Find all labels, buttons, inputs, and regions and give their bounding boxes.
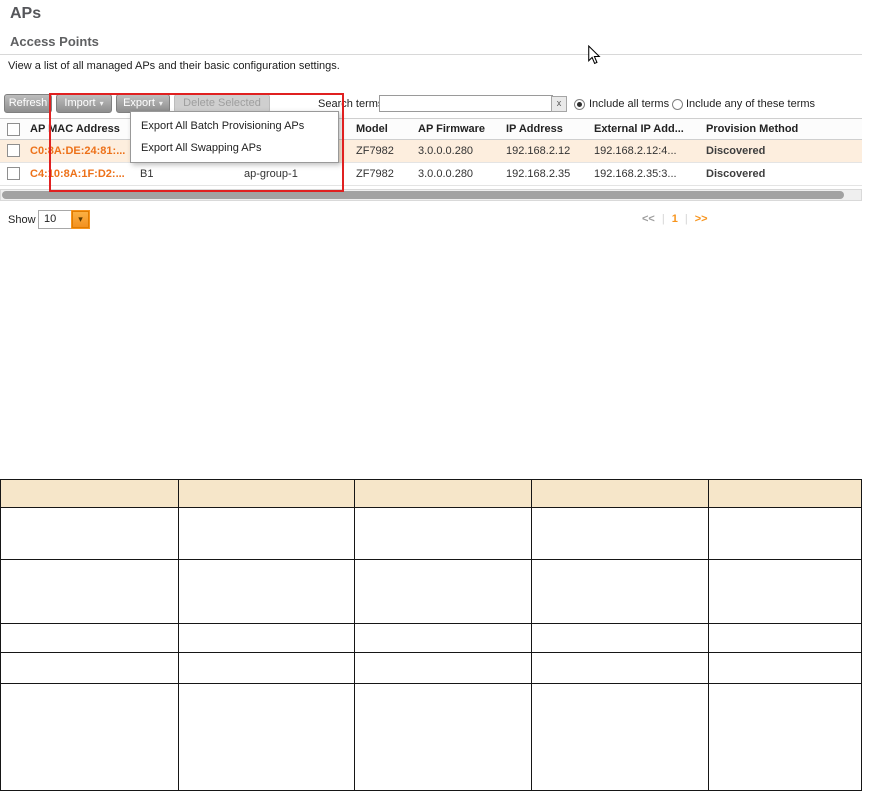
empty-cell [531,559,709,624]
row-checkbox[interactable] [7,167,20,180]
empty-header-cell [354,479,532,508]
export-button-label: Export [123,97,155,109]
section-divider [0,54,862,55]
empty-cell [531,623,709,653]
empty-cell [354,623,532,653]
cell-model: ZF7982 [356,145,394,157]
empty-cell [531,652,709,684]
empty-cell [354,559,532,624]
cell-external-ip: 192.168.2.35:3... [594,168,677,180]
empty-cell [708,507,862,560]
search-input[interactable] [379,95,553,112]
chevron-down-icon: ▾ [99,99,104,108]
empty-cell [0,683,179,791]
empty-table-row [0,623,862,653]
horizontal-scrollbar-thumb[interactable] [2,191,844,199]
col-ip-address[interactable]: IP Address [506,123,563,135]
empty-cell [178,652,355,684]
empty-table-row [0,507,862,560]
empty-cell [178,683,355,791]
export-dropdown-menu: Export All Batch Provisioning APs Export… [130,111,339,163]
table-row[interactable]: C4:10:8A:1F:D2:... B1 ap-group-1 ZF7982 … [0,163,862,186]
include-all-terms-radio[interactable] [574,99,585,110]
menu-item-export-swapping[interactable]: Export All Swapping APs [131,137,338,159]
empty-cell [178,559,355,624]
include-all-terms-label: Include all terms [589,98,670,110]
search-terms-label: Search terms: [318,98,387,110]
cell-provision-method: Discovered [706,145,766,157]
cell-firmware: 3.0.0.0.280 [418,145,474,157]
empty-header-cell [531,479,709,508]
empty-cell [708,683,862,791]
cell-device-name: B1 [140,168,154,180]
section-title: Access Points [10,34,99,49]
col-model[interactable]: Model [356,123,388,135]
empty-cell [0,652,179,684]
empty-cell [178,623,355,653]
empty-cell [0,559,179,624]
section-description: View a list of all managed APs and their… [8,60,340,72]
col-ap-mac-address[interactable]: AP MAC Address [30,123,120,135]
row-checkbox[interactable] [7,144,20,157]
include-any-terms-radio[interactable] [672,99,683,110]
cell-ap-group: ap-group-1 [244,168,298,180]
import-button[interactable]: Import ▾ [56,94,112,113]
empty-table [0,479,862,791]
col-external-ip[interactable]: External IP Add... [594,123,684,135]
cell-external-ip: 192.168.2.12:4... [594,145,677,157]
cell-firmware: 3.0.0.0.280 [418,168,474,180]
aps-page: APs Access Points View a list of all man… [0,0,891,793]
empty-table-row [0,652,862,684]
chevron-down-icon[interactable]: ▾ [71,210,90,229]
empty-table-row [0,559,862,624]
pager-first-button[interactable]: << [642,213,655,225]
empty-cell [0,623,179,653]
page-size-select[interactable]: 10 ▾ [38,210,90,229]
col-provision-method[interactable]: Provision Method [706,123,798,135]
include-any-terms-label: Include any of these terms [686,98,816,110]
empty-cell [708,652,862,684]
cell-provision-method: Discovered [706,168,766,180]
empty-cell [354,507,532,560]
cell-ip-address: 192.168.2.12 [506,145,571,157]
empty-cell [178,507,355,560]
cell-model: ZF7982 [356,168,394,180]
empty-cell [531,683,709,791]
empty-cell [354,683,532,791]
import-button-label: Import [64,97,96,109]
empty-header-cell [708,479,862,508]
page-title: APs [10,5,42,22]
empty-table-header-row [0,479,862,508]
empty-cell [708,559,862,624]
pager-separator: | [684,213,688,225]
chevron-down-icon: ▾ [158,99,163,108]
empty-header-cell [178,479,355,508]
mouse-cursor-icon [588,45,601,65]
empty-cell [354,652,532,684]
empty-table-row [0,683,862,791]
col-ap-firmware[interactable]: AP Firmware [418,123,485,135]
empty-cell [0,507,179,560]
menu-item-export-batch-provisioning[interactable]: Export All Batch Provisioning APs [131,115,338,137]
page-size-value: 10 [44,213,57,225]
empty-cell [708,623,862,653]
pager-separator: | [661,213,665,225]
cell-ap-mac[interactable]: C4:10:8A:1F:D2:... [30,168,125,180]
cell-ap-mac[interactable]: C0:8A:DE:24:81:... [30,145,125,157]
select-all-checkbox[interactable] [7,123,20,136]
clear-search-button[interactable]: x [551,96,567,112]
pager-current-page[interactable]: 1 [672,213,678,225]
refresh-button[interactable]: Refresh [4,94,52,113]
pagination: << | 1 | >> [642,213,708,225]
cell-ip-address: 192.168.2.35 [506,168,571,180]
empty-cell [531,507,709,560]
pager-last-button[interactable]: >> [695,213,708,225]
empty-header-cell [0,479,179,508]
show-label: Show [8,214,36,226]
